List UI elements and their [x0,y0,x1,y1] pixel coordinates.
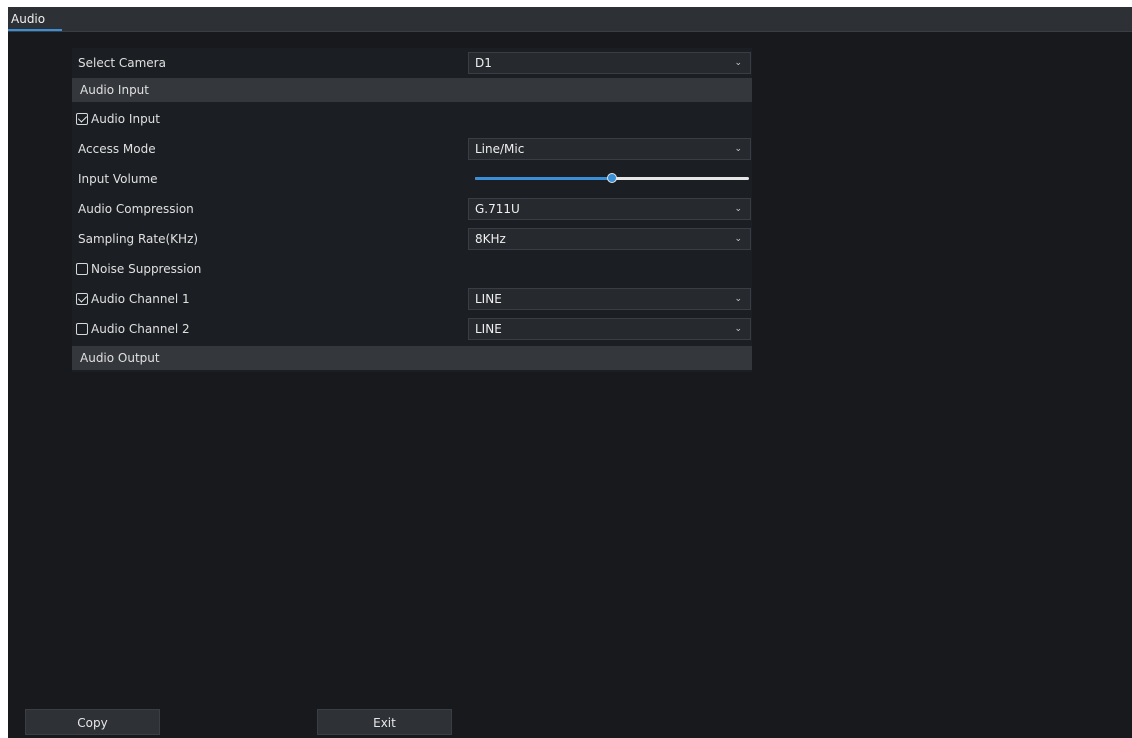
noise-suppression-label: Noise Suppression [91,262,202,276]
slider-fill [475,177,612,180]
audio-channel-1-dropdown[interactable]: LINE ⌄ [468,288,751,310]
chevron-down-icon: ⌄ [734,58,742,68]
chevron-down-icon: ⌄ [734,324,742,334]
row-sampling-rate: Sampling Rate(KHz) 8KHz ⌄ [72,224,752,254]
audio-settings-window: Audio Select Camera D1 ⌄ Audio Input Aud… [8,7,1132,738]
row-audio-output-section: Audio Output [72,344,752,372]
exit-button[interactable]: Exit [317,709,452,735]
tab-audio[interactable]: Audio [8,7,51,31]
row-audio-channel-2: Audio Channel 2 LINE ⌄ [72,314,752,344]
section-header-audio-input: Audio Input [72,78,752,102]
chevron-down-icon: ⌄ [734,144,742,154]
noise-suppression-checkbox[interactable]: Noise Suppression [76,254,201,284]
checkbox-checked-icon[interactable] [76,293,88,305]
audio-channel-1-value: LINE [475,292,502,306]
section-title-audio-output: Audio Output [80,351,160,365]
tab-bar: Audio [8,7,1132,32]
checkbox-checked-icon[interactable] [76,113,88,125]
footer-bar: Copy Exit [8,706,1132,738]
chevron-down-icon: ⌄ [734,204,742,214]
select-camera-value: D1 [475,56,492,70]
section-title-audio-input: Audio Input [80,83,149,97]
access-mode-dropdown[interactable]: Line/Mic ⌄ [468,138,751,160]
access-mode-value: Line/Mic [475,142,525,156]
audio-compression-label: Audio Compression [78,202,194,216]
audio-compression-dropdown[interactable]: G.711U ⌄ [468,198,751,220]
sampling-rate-dropdown[interactable]: 8KHz ⌄ [468,228,751,250]
audio-input-checkbox[interactable]: Audio Input [76,104,160,134]
row-access-mode: Access Mode Line/Mic ⌄ [72,134,752,164]
sampling-rate-value: 8KHz [475,232,506,246]
select-camera-dropdown[interactable]: D1 ⌄ [468,52,751,74]
checkbox-unchecked-icon[interactable] [76,323,88,335]
row-input-volume: Input Volume [72,164,752,194]
row-select-camera: Select Camera D1 ⌄ [72,48,752,78]
row-audio-input-section: Audio Input [72,78,752,104]
access-mode-label: Access Mode [78,142,156,156]
audio-channel-2-value: LINE [475,322,502,336]
select-camera-label: Select Camera [78,56,166,70]
audio-channel-2-dropdown[interactable]: LINE ⌄ [468,318,751,340]
slider-handle[interactable] [607,173,617,183]
copy-button[interactable]: Copy [25,709,160,735]
input-volume-label: Input Volume [78,172,158,186]
row-audio-compression: Audio Compression G.711U ⌄ [72,194,752,224]
section-header-audio-output: Audio Output [72,346,752,370]
checkbox-unchecked-icon[interactable] [76,263,88,275]
audio-channel-1-label: Audio Channel 1 [91,292,190,306]
sampling-rate-label: Sampling Rate(KHz) [78,232,199,246]
audio-compression-value: G.711U [475,202,520,216]
audio-input-checkbox-label: Audio Input [91,112,160,126]
active-tab-indicator [8,29,62,31]
chevron-down-icon: ⌄ [734,294,742,304]
input-volume-slider[interactable] [475,164,749,194]
row-audio-input-enable: Audio Input [72,104,752,134]
row-audio-channel-1: Audio Channel 1 LINE ⌄ [72,284,752,314]
audio-channel-2-checkbox[interactable]: Audio Channel 2 [76,314,190,344]
audio-channel-2-label: Audio Channel 2 [91,322,190,336]
audio-form: Select Camera D1 ⌄ Audio Input Audio Inp… [72,48,752,372]
chevron-down-icon: ⌄ [734,234,742,244]
row-noise-suppression: Noise Suppression [72,254,752,284]
audio-channel-1-checkbox[interactable]: Audio Channel 1 [76,284,190,314]
